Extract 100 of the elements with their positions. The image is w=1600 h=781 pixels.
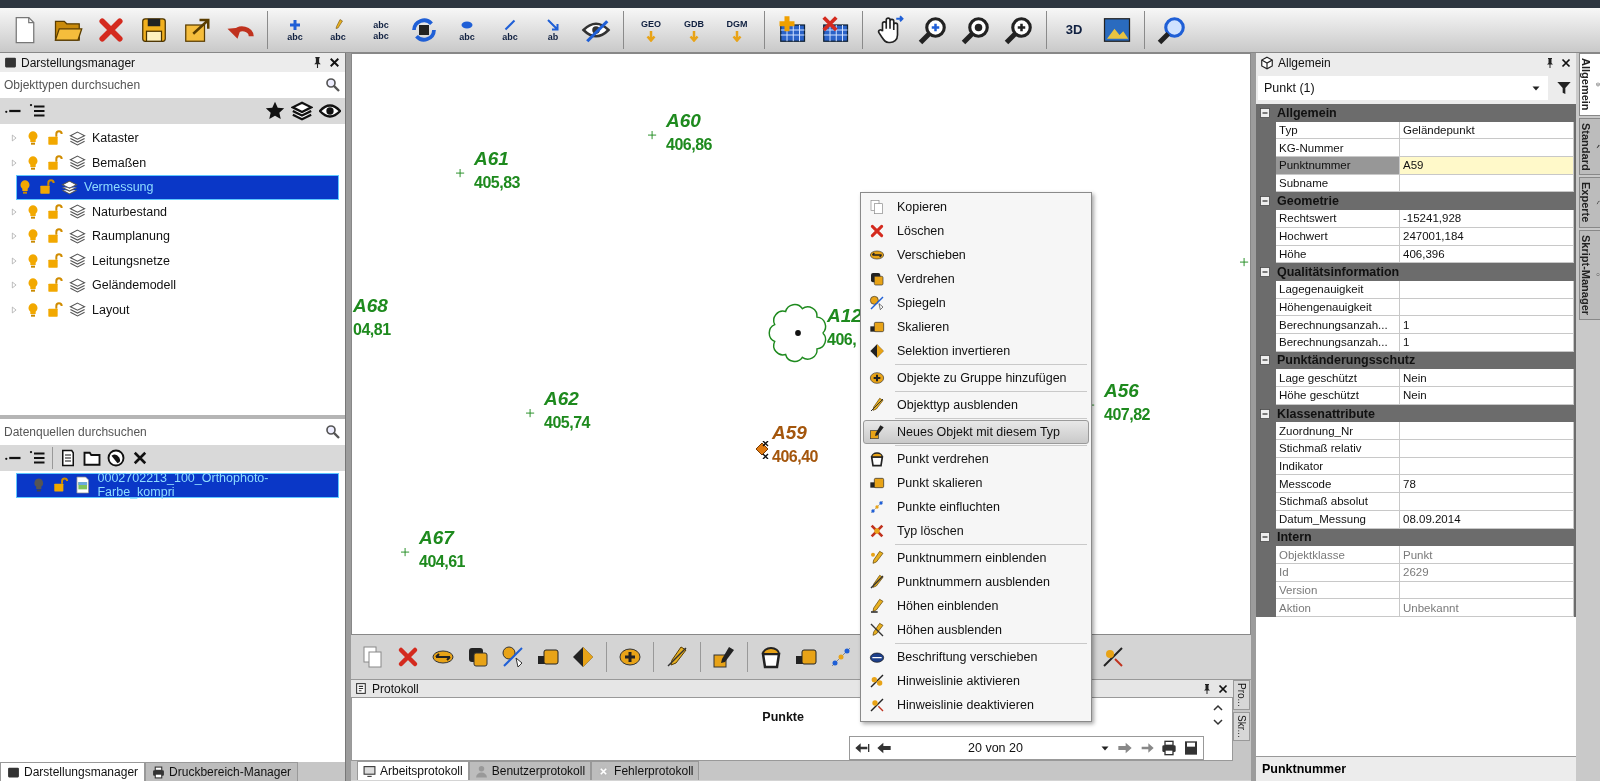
close-icon[interactable]: [131, 449, 149, 467]
text-move-button[interactable]: abc: [448, 12, 486, 48]
property-value[interactable]: Nein: [1400, 387, 1574, 405]
selected-point-icon[interactable]: [754, 441, 770, 459]
pin-icon[interactable]: [1544, 56, 1556, 69]
side-tab[interactable]: Skr...: [1233, 711, 1250, 741]
close-icon[interactable]: [1560, 56, 1572, 69]
text-edit-button[interactable]: abc: [319, 12, 357, 48]
grid-delete-icon[interactable]: [820, 15, 850, 45]
cup-icon[interactable]: [759, 645, 783, 669]
grid-plus-icon[interactable]: [777, 15, 807, 45]
close-icon[interactable]: [1217, 682, 1229, 695]
import-button[interactable]: GDB: [675, 12, 713, 48]
padlock-icon[interactable]: [47, 154, 63, 171]
padlock-icon[interactable]: [47, 301, 63, 318]
text-arrow-button[interactable]: ab: [534, 12, 572, 48]
menu-item[interactable]: Verdrehen: [863, 267, 1089, 291]
object-dropdown[interactable]: Punkt (1): [1258, 76, 1548, 100]
side-tab[interactable]: Pro...: [1233, 680, 1250, 710]
hand-icon[interactable]: [875, 15, 905, 45]
layer-row[interactable]: Kataster: [0, 126, 339, 151]
log-tab[interactable]: Benutzerprotokoll: [468, 761, 592, 780]
menu-item[interactable]: Löschen: [863, 219, 1089, 243]
text-add-button[interactable]: abc: [276, 12, 314, 48]
view-3d-button[interactable]: 3D: [1055, 12, 1093, 48]
import-button[interactable]: DGM: [718, 12, 756, 48]
group-add-icon[interactable]: [618, 645, 642, 669]
property-name[interactable]: Stichmaß relativ: [1276, 440, 1400, 458]
delete-icon[interactable]: [96, 15, 126, 45]
menu-item[interactable]: Neues Objekt mit diesem Typ: [863, 420, 1089, 444]
rotate-arrows-icon[interactable]: [409, 15, 439, 45]
property-name[interactable]: Höhe geschützt: [1276, 387, 1400, 405]
menu-item[interactable]: Objekttyp ausblenden: [863, 393, 1089, 417]
collapse-icon[interactable]: [1259, 266, 1271, 279]
import-button[interactable]: GEO: [632, 12, 670, 48]
menu-item[interactable]: Punkt verdrehen: [863, 447, 1089, 471]
floppy-icon[interactable]: [139, 15, 169, 45]
padlock-icon[interactable]: [47, 203, 63, 220]
property-name[interactable]: Zuordnung_Nr: [1276, 422, 1400, 441]
menu-item[interactable]: Punktnummern ausblenden: [863, 570, 1089, 594]
dotted-line-icon[interactable]: [829, 645, 853, 669]
side-tab[interactable]: Standard: [1579, 117, 1600, 176]
scroll-down-icon[interactable]: [1212, 716, 1224, 728]
menu-item[interactable]: Punktnummern einblenden: [863, 546, 1089, 570]
zoom-icon[interactable]: [961, 15, 991, 45]
delete-icon[interactable]: [396, 645, 420, 669]
text-duplicate-button[interactable]: abc abc: [362, 12, 400, 48]
menu-item[interactable]: Punkt skalieren: [863, 471, 1089, 495]
property-name[interactable]: Lage geschützt: [1276, 369, 1400, 387]
menu-item[interactable]: Verschieben: [863, 243, 1089, 267]
pin-icon[interactable]: [1201, 682, 1213, 695]
property-value[interactable]: 1: [1400, 316, 1574, 334]
padlock-icon[interactable]: [52, 477, 69, 494]
padlock-icon[interactable]: [47, 277, 63, 294]
menu-item[interactable]: Spiegeln: [863, 291, 1089, 315]
layer-row[interactable]: Layout: [0, 297, 339, 322]
leader-line-slash-icon[interactable]: [1101, 645, 1125, 669]
printer-icon[interactable]: [1161, 740, 1177, 756]
first-page-icon[interactable]: [854, 740, 870, 756]
text-strike-button[interactable]: abc: [491, 12, 529, 48]
layer-row[interactable]: Raumplanung: [0, 224, 339, 249]
pencil-slash-icon[interactable]: [665, 645, 689, 669]
side-tab[interactable]: Skript-Manager: [1579, 229, 1600, 320]
star-icon[interactable]: [265, 101, 285, 121]
last-page-icon[interactable]: [1139, 740, 1155, 756]
floppy-icon[interactable]: [1183, 740, 1199, 756]
menu-item[interactable]: Selektion invertieren: [863, 339, 1089, 363]
property-value[interactable]: -15241,928: [1400, 210, 1574, 228]
folder-icon[interactable]: [83, 449, 101, 467]
globe-icon[interactable]: [107, 449, 125, 467]
previous-icon[interactable]: [876, 740, 892, 756]
layers-icon[interactable]: [291, 100, 313, 122]
property-name[interactable]: Messcode: [1276, 475, 1400, 494]
menu-item[interactable]: Höhen ausblenden: [863, 618, 1089, 642]
property-name[interactable]: Punktnummer: [1276, 157, 1400, 175]
zoom-icon[interactable]: [918, 15, 948, 45]
menu-item[interactable]: Hinweislinie aktivieren: [863, 669, 1089, 693]
panel-tab[interactable]: Darstellungsmanager: [0, 762, 146, 781]
mirror-icon[interactable]: [501, 645, 525, 669]
document-icon[interactable]: [59, 449, 77, 467]
property-name[interactable]: Berechnungsanzah...: [1276, 316, 1400, 334]
menu-item[interactable]: Objekte zu Gruppe hinzufügen: [863, 366, 1089, 390]
padlock-icon[interactable]: [47, 130, 63, 147]
menu-item[interactable]: Höhen einblenden: [863, 594, 1089, 618]
layer-row[interactable]: Geländemodell: [0, 273, 339, 298]
side-tab[interactable]: Allgemein: [1579, 53, 1600, 116]
padlock-icon[interactable]: [39, 179, 55, 196]
collapse-icon[interactable]: [1259, 531, 1271, 544]
collapse-icon[interactable]: [1259, 106, 1271, 119]
layer-row[interactable]: Leitungsnetze: [0, 248, 339, 273]
layer-row[interactable]: Bemaßen: [0, 150, 339, 175]
collapse-icon[interactable]: [1259, 354, 1271, 367]
property-value[interactable]: Nein: [1400, 369, 1574, 387]
log-tab[interactable]: Arbeitsprotokoll: [357, 761, 469, 780]
menu-item[interactable]: Typ löschen: [863, 519, 1089, 543]
rotate-icon[interactable]: [466, 645, 490, 669]
search-icon[interactable]: [325, 77, 341, 93]
property-name[interactable]: KG-Nummer: [1276, 139, 1400, 158]
next-icon[interactable]: [1117, 740, 1133, 756]
menu-item[interactable]: Kopieren: [863, 195, 1089, 219]
